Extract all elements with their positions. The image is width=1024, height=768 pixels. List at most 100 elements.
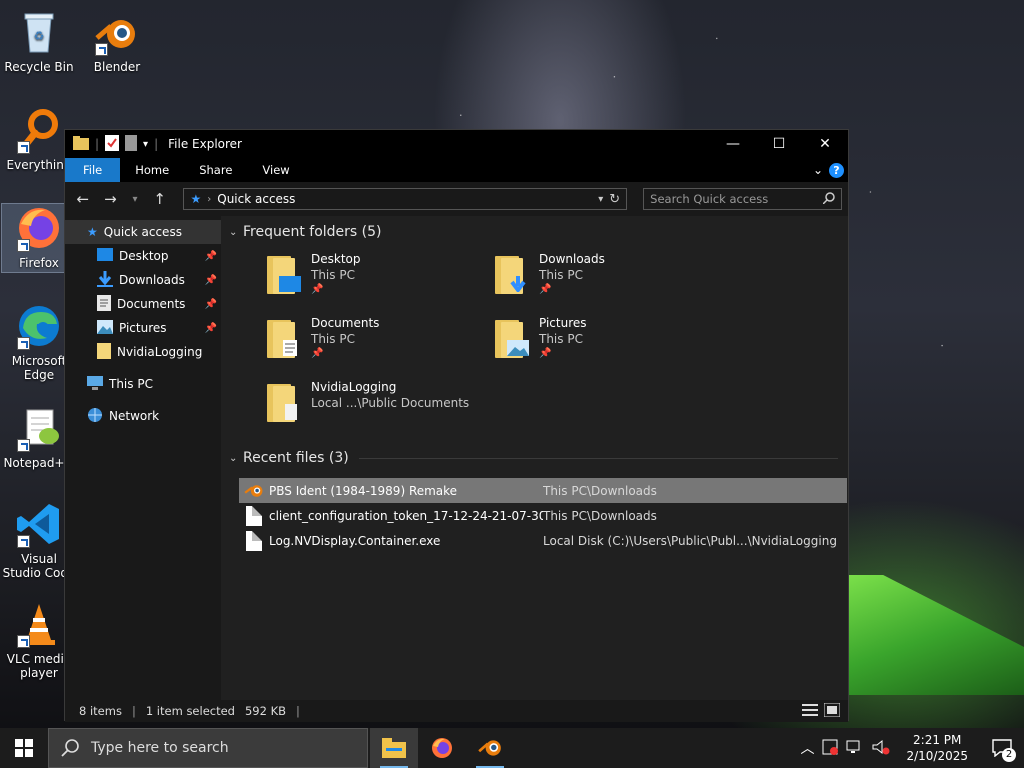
nav-item-pictures[interactable]: Pictures 📌 (65, 316, 221, 340)
file-location: This PC\Downloads (543, 508, 657, 523)
folder-tile-desktop[interactable]: Desktop This PC 📌 (265, 250, 493, 314)
up-arrow-icon[interactable]: ↑ (148, 190, 172, 208)
new-folder-icon[interactable] (125, 134, 138, 154)
pin-icon[interactable]: 📌 (205, 299, 217, 310)
folder-tile-downloads[interactable]: Downloads This PC 📌 (493, 250, 721, 314)
nav-label: NvidiaLogging (117, 345, 203, 359)
nav-item-downloads[interactable]: Downloads 📌 (65, 268, 221, 292)
item-count: 8 items (79, 704, 122, 718)
window-title: File Explorer (168, 137, 242, 151)
file-name: client_configuration_token_17-12-24-21-0… (269, 508, 543, 523)
folder-tile-documents[interactable]: Documents This PC 📌 (265, 314, 493, 378)
star-icon: ★ (190, 192, 202, 206)
blender-icon (478, 740, 501, 756)
pin-icon: 📌 (311, 348, 324, 359)
expand-ribbon-chevron-icon[interactable]: ⌄ (813, 163, 823, 177)
help-icon[interactable]: ? (829, 162, 844, 178)
file-explorer-window: | ▾ | File Explorer — ☐ ✕ File Home Shar… (64, 129, 849, 722)
file-name: Log.NVDisplay.Container.exe (269, 533, 441, 548)
title-bar[interactable]: | ▾ | File Explorer — ☐ ✕ (65, 130, 848, 158)
folder-tile-pictures[interactable]: Pictures This PC 📌 (493, 314, 721, 378)
selection-size: 592 KB (244, 704, 287, 718)
pin-icon: 📌 (539, 348, 552, 359)
shortcut-arrow-icon (17, 635, 30, 648)
properties-icon[interactable] (105, 134, 120, 154)
system-tray: ︿ 2:21 PM 2/10/2025 2 (800, 728, 1024, 768)
folder-name: Downloads (539, 252, 605, 266)
minimize-button[interactable]: — (710, 130, 756, 158)
windows-logo-icon (15, 739, 33, 757)
forward-arrow-icon[interactable]: → (99, 190, 123, 208)
volume-muted-icon[interactable] (872, 739, 890, 758)
security-shield-icon[interactable] (822, 739, 839, 758)
shortcut-arrow-icon (95, 43, 108, 56)
system-clock[interactable]: 2:21 PM 2/10/2025 (898, 732, 976, 764)
documents-folder-icon (265, 316, 303, 360)
recent-file-row[interactable]: Log.NVDisplay.Container.exe Local Disk (… (239, 528, 847, 553)
desktop-icon-recycle-bin[interactable]: ♻ Recycle Bin (2, 8, 76, 74)
wallpaper-tent (848, 575, 1024, 695)
folder-name: Documents (311, 316, 380, 330)
address-dropdown-chevron-icon[interactable]: ▾ (598, 194, 603, 205)
folder-name: Desktop (311, 252, 361, 266)
network-status-icon[interactable] (846, 739, 864, 758)
start-button[interactable] (0, 728, 48, 768)
maximize-button[interactable]: ☐ (756, 130, 802, 158)
show-hidden-icons-chevron-icon[interactable]: ︿ (800, 738, 814, 758)
frequent-folders-grid: Desktop This PC 📌 Downloads This PC 📌 Docume… (229, 250, 848, 442)
address-bar[interactable]: ★ › Quick access ▾ ↻ (183, 188, 628, 210)
nav-item-this-pc[interactable]: This PC (65, 372, 221, 396)
blender-icon (93, 8, 141, 56)
folder-tile-nvidialogging[interactable]: NvidiaLogging Local ...\Public Documents (265, 378, 493, 442)
tab-file[interactable]: File (65, 158, 121, 182)
search-placeholder: Search Quick access (650, 192, 769, 206)
nav-label: Downloads (119, 273, 185, 287)
back-arrow-icon[interactable]: ← (71, 190, 95, 208)
pin-icon[interactable]: 📌 (205, 275, 217, 286)
tab-view[interactable]: View (247, 158, 304, 182)
customize-toolbar-chevron-icon[interactable]: ▾ (143, 139, 148, 150)
recent-file-row[interactable]: client_configuration_token_17-12-24-21-0… (239, 503, 847, 528)
computer-icon (87, 375, 103, 393)
details-view-icon[interactable] (802, 703, 818, 720)
frequent-folders-header[interactable]: ⌄ Frequent folders (5) (229, 218, 848, 246)
nav-item-nvidialogging[interactable]: NvidiaLogging (65, 340, 221, 364)
collapse-chevron-icon[interactable]: ⌄ (229, 227, 243, 238)
large-icons-view-icon[interactable] (823, 702, 841, 720)
pin-icon[interactable]: 📌 (205, 251, 217, 262)
taskbar-blender[interactable] (466, 728, 514, 768)
taskbar-search-box[interactable]: Type here to search (48, 728, 368, 768)
search-icon (822, 191, 835, 207)
selection-count: 1 item selected (145, 704, 235, 718)
toolbar-divider: | (154, 137, 159, 151)
file-location: Local Disk (C:)\Users\Public\Publ...\Nvi… (543, 533, 837, 548)
nav-label: Documents (117, 297, 186, 311)
nav-item-documents[interactable]: Documents 📌 (65, 292, 221, 316)
nav-item-desktop[interactable]: Desktop 📌 (65, 244, 221, 268)
breadcrumb-chevron-icon: › (207, 193, 212, 205)
refresh-icon[interactable]: ↻ (609, 192, 620, 207)
action-center-button[interactable]: 2 (984, 728, 1020, 768)
recent-locations-chevron-icon[interactable]: ▾ (126, 194, 144, 205)
close-button[interactable]: ✕ (802, 130, 848, 158)
tab-share[interactable]: Share (184, 158, 247, 182)
folder-icon[interactable] (73, 135, 89, 153)
desktop-icon-blender[interactable]: Blender (80, 8, 154, 74)
tab-home[interactable]: Home (120, 158, 184, 182)
vlc-cone-icon (15, 600, 63, 648)
recent-files-header[interactable]: ⌄ Recent files (3) (229, 444, 848, 472)
shortcut-arrow-icon (17, 141, 30, 154)
firefox-icon (432, 738, 452, 758)
taskbar-firefox[interactable] (418, 728, 466, 768)
nav-item-quick-access[interactable]: ★ Quick access (65, 220, 221, 244)
recent-file-row[interactable]: PBS Ident (1984-1989) Remake This PC\Dow… (239, 478, 847, 503)
nav-item-network[interactable]: Network (65, 404, 221, 428)
search-box[interactable]: Search Quick access (643, 188, 842, 210)
edge-icon (15, 302, 63, 350)
pin-icon[interactable]: 📌 (205, 323, 217, 334)
shortcut-arrow-icon (17, 535, 30, 548)
taskbar-file-explorer[interactable] (370, 728, 418, 768)
pin-icon: 📌 (539, 284, 552, 295)
collapse-chevron-icon[interactable]: ⌄ (229, 453, 243, 464)
toolbar-divider: | (95, 137, 100, 151)
